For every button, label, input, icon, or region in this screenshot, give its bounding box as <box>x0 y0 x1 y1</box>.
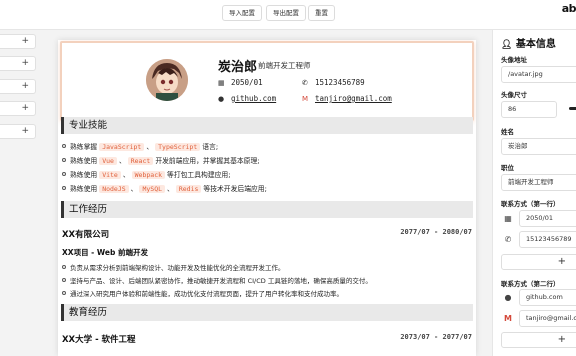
export-config-button[interactable]: 导出配置 <box>266 5 306 21</box>
contact1-birth-input[interactable]: 2050/01 <box>519 210 576 227</box>
left-add-button[interactable]: + <box>0 124 36 139</box>
github-info: ● github.com <box>218 94 276 103</box>
name-label: 姓名 <box>501 128 514 136</box>
avatar-size-label: 头像尺寸 <box>501 91 527 99</box>
resume-header: 炭治郎 前端开发工程师 ▦ 2050/01 ✆ 15123456789 ● githu… <box>60 41 474 121</box>
calendar-icon[interactable]: ▦ <box>501 210 515 227</box>
resume-name: 炭治郎 <box>218 60 258 75</box>
skill-item: 熟练掌握 JavaScript、 TypeScript 语言; <box>62 141 218 151</box>
top-toolbar: 导入配置 导出配置 重置 ab <box>0 0 576 30</box>
github-icon: ● <box>218 95 225 103</box>
gmail-icon[interactable]: M <box>501 310 515 327</box>
brand-logo: ab <box>561 2 576 15</box>
left-add-button[interactable]: + <box>0 101 36 116</box>
work-detail: 通过深入研究用户体验和前端性能，成功优化支付流程页面，提升了用户转化率和支付成功… <box>62 288 343 298</box>
name-input[interactable]: 炭治郎 <box>501 138 576 155</box>
github-icon[interactable]: ● <box>501 289 515 306</box>
import-config-button[interactable]: 导入配置 <box>222 5 262 21</box>
left-panel: + + + + + <box>0 30 38 356</box>
left-add-button[interactable]: + <box>0 79 36 94</box>
resume-title: 前端开发工程师 <box>258 61 311 70</box>
section-work-title: 工作经历 <box>61 201 473 218</box>
birth-info: ▦ 2050/01 <box>218 78 263 87</box>
edu-date: 2073/07 - 2077/07 <box>400 333 472 341</box>
phone-icon: ✆ <box>302 79 308 87</box>
work-project: XX项目 - Web 前端开发 <box>62 248 148 257</box>
contact1-phone-input[interactable]: 15123456789 <box>519 231 576 248</box>
work-date: 2077/07 - 2080/07 <box>400 228 472 236</box>
reset-button[interactable]: 重置 <box>308 5 335 21</box>
left-add-button[interactable]: + <box>0 34 36 49</box>
avatar-url-input[interactable]: /avatar.jpg <box>501 66 576 83</box>
phone-info: ✆ 15123456789 <box>302 78 365 87</box>
resume-preview: 炭治郎 前端开发工程师 ▦ 2050/01 ✆ 15123456789 ● githu… <box>58 40 476 356</box>
avatar-size-slider[interactable] <box>569 107 576 110</box>
edu-school: XX大学 - 软件工程 2073/07 - 2077/07 <box>62 333 472 345</box>
basic-info-title: 👤︎ 基本信息 <box>501 39 556 50</box>
contact1-add-button[interactable]: + <box>501 254 576 270</box>
work-detail: 坚持与产品、设计、后端团队紧密协作，推动敏捷开发流程和 CI/CD 工具链的落地… <box>62 275 372 285</box>
contact2-label: 联系方式（第二行） <box>501 280 560 288</box>
avatar <box>146 59 188 101</box>
settings-panel: 👤︎ 基本信息 头像地址 /avatar.jpg 头像尺寸 86 姓名 炭治郎 … <box>492 30 576 356</box>
avatar-size-input[interactable]: 86 <box>501 101 557 118</box>
gmail-icon: M <box>302 95 309 103</box>
job-label: 职位 <box>501 164 514 172</box>
phone-icon[interactable]: ✆ <box>501 231 515 248</box>
section-edu-title: 教育经历 <box>61 304 473 321</box>
work-company: XX有限公司 2077/07 - 2080/07 <box>62 228 472 240</box>
avatar-url-label: 头像地址 <box>501 56 527 64</box>
work-detail: 负责从需求分析到前端架构设计、功能开发及性能优化的全流程开发工作。 <box>62 262 285 272</box>
contact2-github-input[interactable]: github.com <box>519 289 576 306</box>
email-link[interactable]: tanjiro@gmail.com <box>315 94 392 103</box>
job-input[interactable]: 前端开发工程师 <box>501 174 576 191</box>
contact2-add-button[interactable]: + <box>501 332 576 348</box>
contact1-label: 联系方式（第一行） <box>501 200 560 208</box>
section-skills-title: 专业技能 <box>61 117 473 134</box>
user-icon: 👤︎ <box>501 40 513 50</box>
email-info: Mtanjiro@gmail.com <box>302 94 392 103</box>
contact2-email-input[interactable]: tanjiro@gmail.com <box>519 310 576 327</box>
skill-item: 熟练使用 Vue、 React 开发前端应用，并掌握其基本原理; <box>62 155 260 165</box>
github-link[interactable]: github.com <box>231 94 276 103</box>
left-add-button[interactable]: + <box>0 56 36 71</box>
calendar-icon: ▦ <box>218 79 225 87</box>
skill-item: 熟练使用 Vite、 Webpack 等打包工具构建应用; <box>62 169 231 179</box>
skill-item: 熟练使用 NodeJS、 MySQL、 Redis 等技术开发后端应用; <box>62 183 267 193</box>
